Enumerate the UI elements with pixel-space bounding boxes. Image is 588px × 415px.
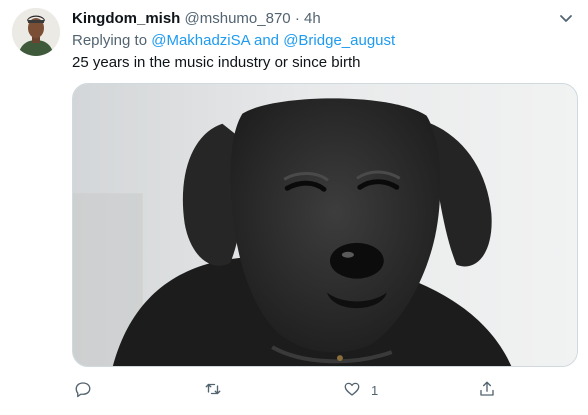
reply-button[interactable] [74,378,92,402]
mention-join[interactable]: and [254,32,279,49]
author-name[interactable]: Kingdom_mish [72,10,180,27]
like-button[interactable]: 1 [343,378,378,402]
avatar[interactable] [12,8,60,56]
more-options-icon[interactable] [556,8,576,28]
replying-to: Replying to @MakhadziSA and @Bridge_augu… [72,32,395,50]
replying-to-label: Replying to [72,32,148,49]
retweet-button[interactable] [204,378,222,402]
heart-icon[interactable] [343,380,361,401]
avatar-image [12,8,60,56]
dog-image [73,84,577,366]
tweet-header: Kingdom_mish @mshumo_870 · 4h [72,10,548,28]
retweet-icon[interactable] [204,380,222,401]
tweet-actions: 1 [72,378,522,402]
mention-makhadzisa[interactable]: @MakhadziSA [151,32,250,49]
tweet[interactable]: Kingdom_mish @mshumo_870 · 4h Replying t… [0,0,588,415]
tweet-time[interactable]: 4h [304,10,321,27]
mention-bridge-august[interactable]: @Bridge_august [283,32,395,49]
share-icon[interactable] [478,380,496,401]
tweet-text: 25 years in the music industry or since … [72,54,361,71]
like-count: 1 [371,382,379,398]
share-button[interactable] [478,378,496,402]
separator: · [294,10,300,27]
author-handle[interactable]: @mshumo_870 [185,10,291,27]
reply-icon[interactable] [74,380,92,401]
tweet-media[interactable] [72,83,578,367]
